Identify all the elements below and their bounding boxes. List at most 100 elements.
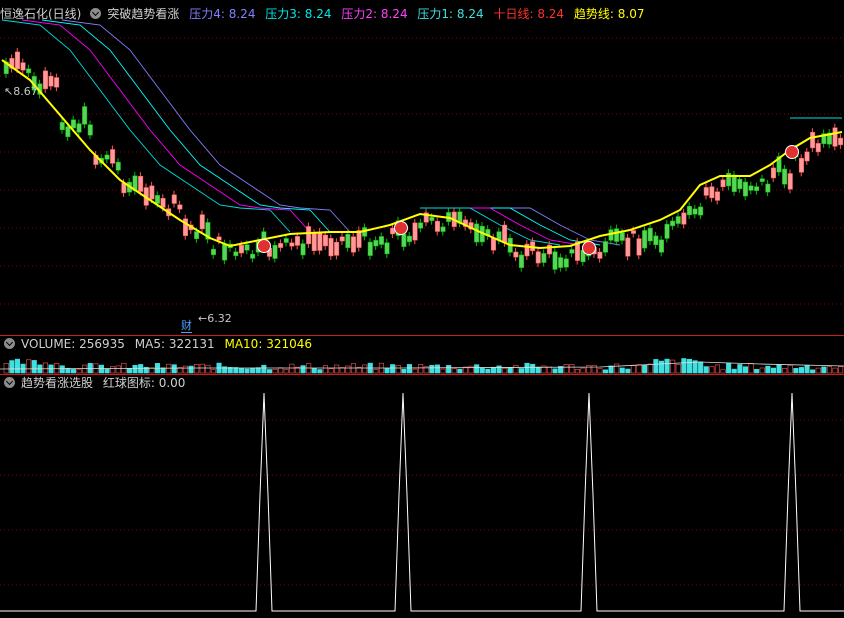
volume-bar xyxy=(3,363,9,374)
candle-body xyxy=(339,236,345,242)
volume-bar xyxy=(826,366,833,374)
candle-body xyxy=(177,204,183,210)
candle-body xyxy=(356,230,362,248)
high-price-marker: ↖8.67 xyxy=(4,85,38,98)
volume-bar xyxy=(810,369,816,374)
volume-bar xyxy=(446,365,452,374)
volume-bar xyxy=(328,368,334,374)
candle-body xyxy=(171,194,177,204)
candle-body xyxy=(82,106,88,125)
volume-bar xyxy=(742,366,749,374)
volume-bar xyxy=(194,364,200,374)
signal-panel[interactable]: 趋势看涨选股 红球图标: 0.00 xyxy=(0,375,844,618)
volume-bar xyxy=(737,364,743,374)
candle-body xyxy=(283,238,289,243)
candle-body xyxy=(289,242,295,247)
candle-body xyxy=(317,231,323,251)
red-ball-icon xyxy=(257,239,271,253)
candle-body xyxy=(367,241,373,256)
signal-line-chart[interactable] xyxy=(0,375,844,618)
volume-bar xyxy=(714,364,721,374)
volume-bar xyxy=(345,365,351,374)
volume-bar xyxy=(26,359,32,374)
candle-body xyxy=(602,241,608,253)
volume-bar xyxy=(798,367,805,374)
candle-body xyxy=(798,158,804,173)
candle-body xyxy=(48,75,54,87)
volume-bar xyxy=(199,363,205,374)
candle-body xyxy=(306,226,312,245)
volume-bar xyxy=(664,358,670,374)
volume-bar xyxy=(334,364,340,374)
candle-body xyxy=(149,185,155,200)
candle-body xyxy=(311,232,317,251)
candle-body xyxy=(350,236,356,253)
volume-bar xyxy=(546,366,553,374)
candle-body xyxy=(378,236,384,245)
volume-bar xyxy=(675,364,681,374)
candle-body xyxy=(675,216,681,224)
candlestick-chart[interactable] xyxy=(0,0,844,335)
volume-bar xyxy=(278,367,284,374)
volume-bar xyxy=(591,364,597,374)
volume-bar xyxy=(261,364,267,374)
volume-bar xyxy=(31,360,37,374)
candle-body xyxy=(222,243,228,261)
volume-bar xyxy=(272,369,278,374)
candle-body xyxy=(199,214,205,230)
volume-bar xyxy=(474,364,480,374)
volume-bar xyxy=(670,359,676,374)
volume-bar xyxy=(776,364,782,374)
candle-body xyxy=(294,236,300,246)
candle-body xyxy=(70,119,76,129)
candle-body xyxy=(401,233,407,247)
candle-body xyxy=(748,185,754,191)
volume-bar xyxy=(569,364,575,374)
candle-body xyxy=(742,181,748,197)
volume-bar xyxy=(759,367,765,374)
volume-bars[interactable] xyxy=(0,336,844,374)
volume-bar xyxy=(709,366,715,374)
volume-bar xyxy=(530,363,536,374)
candle-body xyxy=(334,241,340,256)
volume-bar xyxy=(479,367,485,374)
candle-body xyxy=(42,70,48,90)
candle-body xyxy=(765,183,771,193)
volume-bar xyxy=(698,361,704,374)
volume-bar xyxy=(9,360,15,374)
volume-panel[interactable]: VOLUME: 256935 MA5: 322131 MA10: 321046 xyxy=(0,336,844,374)
volume-bar xyxy=(602,369,609,374)
volume-bar xyxy=(440,368,446,374)
volume-bar xyxy=(681,358,687,374)
volume-bar xyxy=(54,363,60,374)
volume-bar xyxy=(110,366,116,374)
candle-body xyxy=(14,51,20,70)
volume-bar xyxy=(255,367,261,374)
candle-body xyxy=(434,220,440,232)
cai-badge[interactable]: 财 xyxy=(181,320,192,333)
volume-bar xyxy=(754,369,760,374)
volume-bar xyxy=(434,364,441,374)
candle-body xyxy=(233,251,239,257)
candle-body xyxy=(210,248,216,256)
volume-bar xyxy=(362,364,368,374)
main-chart-panel[interactable]: 恒逸石化(日线) 突破趋势看涨 压力4: 8.24 压力3: 8.24 压力2: … xyxy=(0,0,844,335)
volume-bar xyxy=(126,368,132,374)
volume-bar xyxy=(188,365,194,374)
candle-body xyxy=(563,258,569,268)
volume-bar xyxy=(507,367,513,374)
candle-body xyxy=(838,137,844,146)
candle-body xyxy=(636,238,642,256)
candle-body xyxy=(20,62,26,71)
candle-body xyxy=(787,173,793,190)
candle-body xyxy=(714,191,720,201)
volume-ma5-line xyxy=(0,361,844,370)
candle-body xyxy=(513,251,519,258)
volume-bar xyxy=(838,366,844,374)
candle-body xyxy=(686,206,692,216)
volume-bar xyxy=(625,368,631,374)
candle-body xyxy=(138,175,144,192)
candle-body xyxy=(272,245,278,259)
candle-body xyxy=(110,149,116,164)
volume-bar xyxy=(815,367,821,374)
